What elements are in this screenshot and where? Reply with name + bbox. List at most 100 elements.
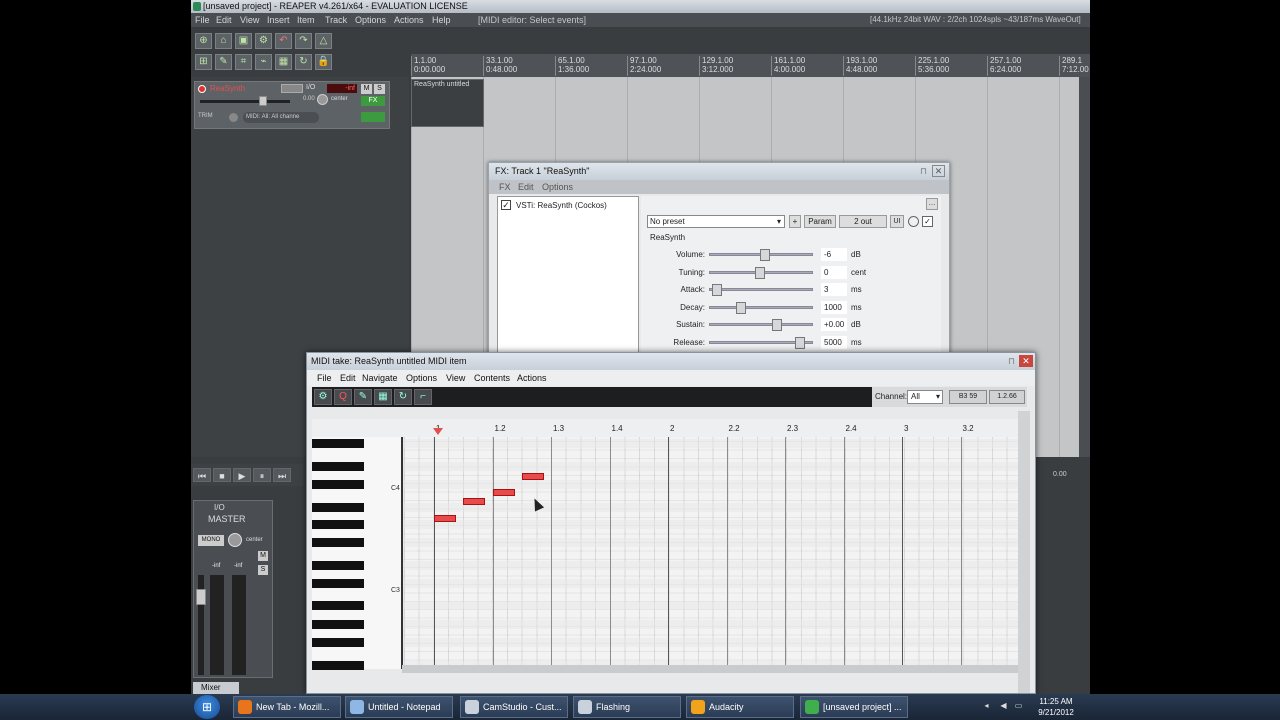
ripple-edit-icon[interactable]: ✎ (215, 54, 232, 70)
taskbar-item[interactable]: Untitled - Notepad (345, 696, 453, 718)
loop-icon[interactable]: ↻ (295, 54, 312, 70)
pause-button[interactable]: ⏸ (253, 468, 271, 482)
midi-menu-contents[interactable]: Contents (474, 370, 510, 386)
menu-file[interactable]: File (195, 13, 210, 27)
track-1-header[interactable]: ReaSynth I/O -inf M S 0.00 center FX TRI… (194, 81, 390, 129)
fx-bypass-checkbox[interactable]: ✓ (922, 216, 933, 227)
menu-options[interactable]: Options (355, 13, 386, 27)
track-fx-button[interactable]: FX (361, 96, 385, 106)
channel-dropdown[interactable]: All ▾ (907, 390, 943, 404)
master-mute-button[interactable]: M (258, 551, 268, 561)
midi-menu-options[interactable]: Options (406, 370, 437, 386)
fx-param-button[interactable]: Param (804, 215, 836, 228)
piano-black-key[interactable] (312, 480, 364, 489)
fx-param-thumb[interactable] (795, 336, 806, 349)
midi-snap-icon[interactable]: ⌐ (414, 389, 432, 405)
fx-preset-dropdown[interactable]: No preset ▾ (647, 215, 785, 228)
fx-add-preset-button[interactable]: + (789, 215, 801, 228)
midi-note[interactable] (521, 472, 544, 480)
piano-black-key[interactable] (312, 579, 364, 588)
menu-help[interactable]: Help (432, 13, 451, 27)
fx-enable-checkbox[interactable]: ✓ (501, 200, 511, 210)
midi-vertical-scrollbar[interactable] (1018, 411, 1030, 693)
piano-black-key[interactable] (312, 503, 364, 512)
menu-actions[interactable]: Actions (394, 13, 424, 27)
piano-black-key[interactable] (312, 601, 364, 610)
snap-icon[interactable]: ⌗ (235, 54, 252, 70)
track-midi-input[interactable]: MIDI: All: All channe (243, 112, 319, 123)
fx-wet-knob[interactable] (908, 216, 919, 227)
master-io-label[interactable]: I/O (214, 503, 225, 512)
fx-param-value[interactable]: 0 (821, 265, 847, 279)
tray-arrow-icon[interactable]: ◂ (982, 701, 991, 710)
fx-param-thumb[interactable] (755, 266, 765, 279)
lock-icon[interactable]: 🔒 (315, 54, 332, 70)
fx-param-thumb[interactable] (759, 249, 770, 261)
master-mono-button[interactable]: MONO (198, 535, 224, 546)
midi-draw-icon[interactable]: ✎ (354, 389, 372, 405)
menu-view[interactable]: View (240, 13, 259, 27)
fx-param-slider[interactable] (709, 323, 813, 326)
fx-param-value[interactable]: 5000 (821, 335, 847, 349)
menu-insert[interactable]: Insert (267, 13, 290, 27)
fx-param-thumb[interactable] (772, 319, 783, 331)
menu-track[interactable]: Track (325, 13, 347, 27)
play-cursor-marker-icon[interactable] (433, 428, 443, 435)
piano-black-key[interactable] (312, 520, 364, 529)
menu-item[interactable]: Item (297, 13, 315, 27)
midi-close-icon[interactable]: ✕ (1019, 355, 1033, 367)
new-project-icon[interactable]: ⊕ (195, 33, 212, 49)
midi-note-grid[interactable] (404, 437, 1018, 669)
grid-icon[interactable]: ⊞ (195, 54, 212, 70)
arrange-vertical-scrollbar[interactable] (1079, 77, 1090, 457)
taskbar-item[interactable]: Audacity (686, 696, 794, 718)
envelope-icon[interactable]: ⌁ (255, 54, 272, 70)
fx-param-thumb[interactable] (711, 284, 722, 296)
fx-pin-icon[interactable]: ⊓ (920, 163, 927, 180)
reaper-titlebar[interactable]: [unsaved project] - REAPER v4.261/x64 - … (191, 0, 1090, 13)
midi-note[interactable] (492, 489, 515, 497)
play-button[interactable]: ▶ (233, 468, 251, 482)
taskbar-item[interactable]: CamStudio - Cust... (460, 696, 568, 718)
midi-pin-icon[interactable]: ⊓ (1008, 353, 1015, 370)
redo-icon[interactable]: ↷ (295, 33, 312, 49)
go-to-end-button[interactable]: ⏭ (273, 468, 291, 482)
fx-param-slider[interactable] (709, 305, 813, 309)
fx-window-title[interactable]: FX: Track 1 "ReaSynth" ⊓ ✕ (489, 163, 949, 180)
master-fader-thumb[interactable] (196, 589, 206, 605)
midi-menu-actions[interactable]: Actions (517, 370, 547, 386)
metronome-icon[interactable]: △ (315, 33, 332, 49)
piano-black-key[interactable] (312, 462, 364, 471)
midi-menu-file[interactable]: File (317, 370, 332, 386)
start-button-icon[interactable]: ⊞ (194, 695, 220, 719)
fx-menu-options[interactable]: Options (542, 180, 573, 194)
midi-grid-icon[interactable]: ▦ (374, 389, 392, 405)
fx-menu-fx[interactable]: FX (499, 180, 511, 194)
taskbar-item[interactable]: New Tab - Mozill... (233, 696, 341, 718)
undo-icon[interactable]: ↶ (275, 33, 292, 49)
tray-network-icon[interactable]: ▭ (1014, 701, 1023, 710)
go-to-start-button[interactable]: ⏮ (193, 468, 211, 482)
fx-param-value[interactable]: +0.00 (821, 318, 847, 331)
fx-param-slider[interactable] (709, 288, 813, 291)
track-input-monitor-icon[interactable] (361, 112, 385, 122)
save-project-icon[interactable]: ▣ (235, 33, 252, 49)
track-trim-button[interactable]: TRIM (198, 113, 213, 119)
taskbar-clock[interactable]: 11:25 AM 9/21/2012 (1032, 696, 1080, 718)
midi-menu-navigate[interactable]: Navigate (362, 370, 398, 386)
piano-black-key[interactable] (312, 538, 364, 547)
piano-black-key[interactable] (312, 638, 364, 647)
project-settings-icon[interactable]: ⚙ (255, 33, 272, 49)
midi-note[interactable] (463, 497, 486, 505)
midi-note[interactable] (434, 514, 456, 522)
track-phase-icon[interactable] (229, 113, 238, 122)
mixer-tab[interactable]: Mixer (193, 682, 239, 694)
fx-plugin-name[interactable]: VSTi: ReaSynth (Cockos) (516, 201, 607, 210)
fx-param-thumb[interactable] (735, 301, 746, 314)
open-project-icon[interactable]: ⌂ (215, 33, 232, 49)
fx-param-value[interactable]: 1000 (821, 300, 847, 314)
stop-button[interactable]: ■ (213, 468, 231, 482)
track-solo-button[interactable]: S (374, 84, 385, 94)
timeline-ruler[interactable]: 1.1.00 0:00.000 33.1.00 0:48.000 65.1.00 1:36… (410, 54, 1090, 77)
tray-speaker-icon[interactable]: ◀ (999, 701, 1008, 710)
